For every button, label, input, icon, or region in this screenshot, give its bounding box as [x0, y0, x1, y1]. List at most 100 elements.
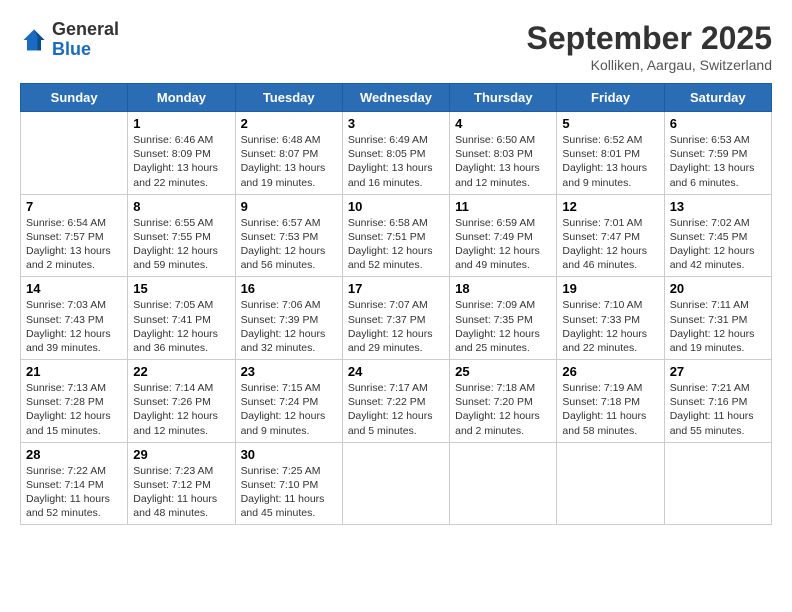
date-number: 3 [348, 116, 444, 131]
date-number: 25 [455, 364, 551, 379]
cell-details: Sunrise: 6:48 AMSunset: 8:07 PMDaylight:… [241, 133, 337, 190]
logo: General Blue [20, 20, 119, 60]
date-number: 7 [26, 199, 122, 214]
cell-details: Sunrise: 7:23 AMSunset: 7:12 PMDaylight:… [133, 464, 229, 521]
cell-details: Sunrise: 6:54 AMSunset: 7:57 PMDaylight:… [26, 216, 122, 273]
date-number: 10 [348, 199, 444, 214]
day-header-wednesday: Wednesday [342, 84, 449, 112]
calendar-title: September 2025 [527, 20, 772, 57]
date-number: 24 [348, 364, 444, 379]
day-header-monday: Monday [128, 84, 235, 112]
week-row-3: 14 Sunrise: 7:03 AMSunset: 7:43 PMDayligh… [21, 277, 772, 360]
calendar-cell [557, 442, 664, 525]
cell-details: Sunrise: 7:01 AMSunset: 7:47 PMDaylight:… [562, 216, 658, 273]
date-number: 9 [241, 199, 337, 214]
calendar-cell: 3 Sunrise: 6:49 AMSunset: 8:05 PMDaylight… [342, 112, 449, 195]
calendar-subtitle: Kolliken, Aargau, Switzerland [527, 57, 772, 73]
calendar-cell: 10 Sunrise: 6:58 AMSunset: 7:51 PMDayligh… [342, 194, 449, 277]
cell-details: Sunrise: 7:18 AMSunset: 7:20 PMDaylight:… [455, 381, 551, 438]
calendar-table: SundayMondayTuesdayWednesdayThursdayFrid… [20, 83, 772, 525]
cell-details: Sunrise: 7:21 AMSunset: 7:16 PMDaylight:… [670, 381, 766, 438]
calendar-cell: 18Sunrise: 7:09 AMSunset: 7:35 PMDayligh… [450, 277, 557, 360]
date-number: 26 [562, 364, 658, 379]
cell-details: Sunrise: 6:50 AMSunset: 8:03 PMDaylight:… [455, 133, 551, 190]
date-number: 16 [241, 281, 337, 296]
cell-details: Sunrise: 7:13 AMSunset: 7:28 PMDaylight:… [26, 381, 122, 438]
calendar-cell: 25 Sunrise: 7:18 AMSunset: 7:20 PMDayligh… [450, 360, 557, 443]
calendar-cell: 16 Sunrise: 7:06 AMSunset: 7:39 PMDayligh… [235, 277, 342, 360]
calendar-cell: 29 Sunrise: 7:23 AMSunset: 7:12 PMDayligh… [128, 442, 235, 525]
week-row-5: 28 Sunrise: 7:22 AMSunset: 7:14 PMDayligh… [21, 442, 772, 525]
header: General Blue September 2025 Kolliken, Aa… [20, 20, 772, 73]
calendar-cell: 13 Sunrise: 7:02 AMSunset: 7:45 PMDayligh… [664, 194, 771, 277]
cell-details: Sunrise: 7:05 AMSunset: 7:41 PMDaylight:… [133, 298, 229, 355]
calendar-cell: 23 Sunrise: 7:15 AMSunset: 7:24 PMDayligh… [235, 360, 342, 443]
cell-details: Sunrise: 7:14 AMSunset: 7:26 PMDaylight:… [133, 381, 229, 438]
date-number: 12 [562, 199, 658, 214]
calendar-cell: 27 Sunrise: 7:21 AMSunset: 7:16 PMDayligh… [664, 360, 771, 443]
calendar-cell: 21 Sunrise: 7:13 AMSunset: 7:28 PMDayligh… [21, 360, 128, 443]
cell-details: Sunrise: 7:22 AMSunset: 7:14 PMDaylight:… [26, 464, 122, 521]
calendar-cell: 19 Sunrise: 7:10 AMSunset: 7:33 PMDayligh… [557, 277, 664, 360]
cell-details: Sunrise: 7:02 AMSunset: 7:45 PMDaylight:… [670, 216, 766, 273]
date-number: 11 [455, 199, 551, 214]
date-number: 20 [670, 281, 766, 296]
date-number: 14 [26, 281, 122, 296]
calendar-cell: 5 Sunrise: 6:52 AMSunset: 8:01 PMDaylight… [557, 112, 664, 195]
calendar-cell: 11 Sunrise: 6:59 AMSunset: 7:49 PMDayligh… [450, 194, 557, 277]
cell-details: Sunrise: 6:49 AMSunset: 8:05 PMDaylight:… [348, 133, 444, 190]
calendar-cell: 22 Sunrise: 7:14 AMSunset: 7:26 PMDayligh… [128, 360, 235, 443]
calendar-cell: 9Sunrise: 6:57 AMSunset: 7:53 PMDaylight… [235, 194, 342, 277]
date-number: 23 [241, 364, 337, 379]
date-number: 27 [670, 364, 766, 379]
calendar-cell: 6 Sunrise: 6:53 AMSunset: 7:59 PMDaylight… [664, 112, 771, 195]
cell-details: Sunrise: 7:10 AMSunset: 7:33 PMDaylight:… [562, 298, 658, 355]
calendar-cell: 17Sunrise: 7:07 AMSunset: 7:37 PMDayligh… [342, 277, 449, 360]
cell-details: Sunrise: 6:55 AMSunset: 7:55 PMDaylight:… [133, 216, 229, 273]
logo-icon [20, 26, 48, 54]
date-number: 1 [133, 116, 229, 131]
calendar-cell: 20 Sunrise: 7:11 AMSunset: 7:31 PMDayligh… [664, 277, 771, 360]
week-row-2: 7 Sunrise: 6:54 AMSunset: 7:57 PMDaylight… [21, 194, 772, 277]
date-number: 4 [455, 116, 551, 131]
date-number: 13 [670, 199, 766, 214]
date-number: 22 [133, 364, 229, 379]
calendar-cell [21, 112, 128, 195]
logo-blue: Blue [52, 39, 91, 59]
cell-details: Sunrise: 6:53 AMSunset: 7:59 PMDaylight:… [670, 133, 766, 190]
date-number: 19 [562, 281, 658, 296]
week-row-1: 1 Sunrise: 6:46 AMSunset: 8:09 PMDaylight… [21, 112, 772, 195]
cell-details: Sunrise: 7:25 AMSunset: 7:10 PMDaylight:… [241, 464, 337, 521]
cell-details: Sunrise: 7:11 AMSunset: 7:31 PMDaylight:… [670, 298, 766, 355]
cell-details: Sunrise: 6:59 AMSunset: 7:49 PMDaylight:… [455, 216, 551, 273]
date-number: 17 [348, 281, 444, 296]
calendar-cell: 2 Sunrise: 6:48 AMSunset: 8:07 PMDaylight… [235, 112, 342, 195]
date-number: 2 [241, 116, 337, 131]
logo-general: General [52, 19, 119, 39]
cell-details: Sunrise: 7:15 AMSunset: 7:24 PMDaylight:… [241, 381, 337, 438]
cell-details: Sunrise: 7:19 AMSunset: 7:18 PMDaylight:… [562, 381, 658, 438]
cell-details: Sunrise: 7:03 AMSunset: 7:43 PMDaylight:… [26, 298, 122, 355]
day-header-saturday: Saturday [664, 84, 771, 112]
week-row-4: 21 Sunrise: 7:13 AMSunset: 7:28 PMDayligh… [21, 360, 772, 443]
calendar-cell [664, 442, 771, 525]
cell-details: Sunrise: 6:46 AMSunset: 8:09 PMDaylight:… [133, 133, 229, 190]
date-number: 6 [670, 116, 766, 131]
calendar-cell [342, 442, 449, 525]
day-header-tuesday: Tuesday [235, 84, 342, 112]
date-number: 21 [26, 364, 122, 379]
date-number: 28 [26, 447, 122, 462]
date-number: 30 [241, 447, 337, 462]
cell-details: Sunrise: 6:52 AMSunset: 8:01 PMDaylight:… [562, 133, 658, 190]
cell-details: Sunrise: 7:06 AMSunset: 7:39 PMDaylight:… [241, 298, 337, 355]
calendar-cell: 14 Sunrise: 7:03 AMSunset: 7:43 PMDayligh… [21, 277, 128, 360]
calendar-cell: 28 Sunrise: 7:22 AMSunset: 7:14 PMDayligh… [21, 442, 128, 525]
calendar-cell: 26 Sunrise: 7:19 AMSunset: 7:18 PMDayligh… [557, 360, 664, 443]
title-section: September 2025 Kolliken, Aargau, Switzer… [527, 20, 772, 73]
day-header-friday: Friday [557, 84, 664, 112]
date-number: 5 [562, 116, 658, 131]
cell-details: Sunrise: 6:58 AMSunset: 7:51 PMDaylight:… [348, 216, 444, 273]
calendar-cell [450, 442, 557, 525]
date-number: 29 [133, 447, 229, 462]
date-number: 18 [455, 281, 551, 296]
